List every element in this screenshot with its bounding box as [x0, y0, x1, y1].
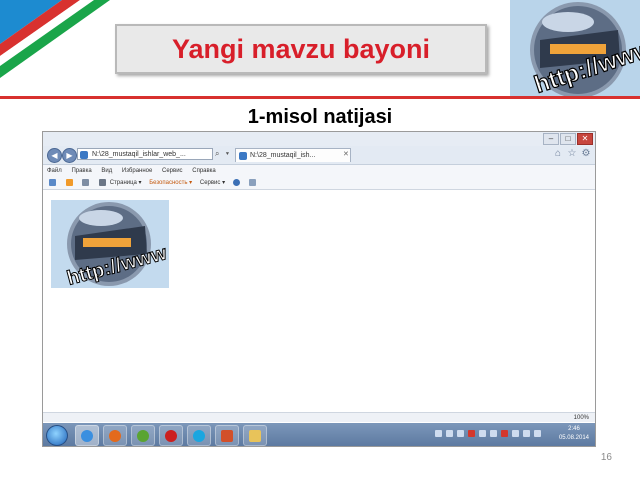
menu-file[interactable]: Файл: [47, 168, 62, 174]
address-bar[interactable]: N:\28_mustaqil_ishlar_web_...: [77, 148, 213, 160]
powerpoint-taskbar-icon[interactable]: [215, 425, 239, 446]
slide-subtitle: 1-misol natijasi: [247, 106, 393, 128]
clock-time: 2:46: [568, 426, 580, 432]
help-icon[interactable]: [232, 178, 240, 186]
tray-icon[interactable]: [479, 430, 486, 437]
skype-taskbar-icon[interactable]: [187, 425, 211, 446]
page-content: http://www: [43, 190, 595, 412]
back-button[interactable]: ◀: [47, 148, 62, 163]
tray-icon[interactable]: [512, 430, 519, 437]
slide-title: Yangi mavzu bayoni: [171, 33, 431, 64]
taskbar-clock[interactable]: 2:46 05.08.2014: [559, 425, 589, 443]
volume-icon[interactable]: [523, 430, 530, 437]
home-icon[interactable]: [49, 178, 56, 186]
menu-favorites[interactable]: Избранное: [122, 168, 152, 174]
tray-alert-icon[interactable]: [468, 430, 475, 437]
folder-taskbar-icon[interactable]: [243, 425, 267, 446]
feeds-icon[interactable]: [65, 178, 73, 186]
tray-icon[interactable]: [446, 430, 453, 437]
mail-icon[interactable]: [82, 178, 90, 186]
tray-icon[interactable]: [490, 430, 497, 437]
tab-close-icon[interactable]: ✕: [343, 150, 349, 158]
maximize-button[interactable]: □: [560, 133, 576, 145]
menu-edit[interactable]: Правка: [71, 168, 91, 174]
zoom-level[interactable]: 100%: [574, 415, 589, 421]
forward-button[interactable]: ▶: [62, 148, 77, 163]
safety-menu[interactable]: Безопасность ▾: [149, 180, 192, 186]
page-icon: [80, 151, 88, 159]
tray-icon[interactable]: [457, 430, 464, 437]
tools-menu[interactable]: Сервис ▾: [200, 180, 225, 186]
menu-tools[interactable]: Сервис: [162, 168, 183, 174]
start-button[interactable]: [46, 425, 68, 446]
flag-decoration: [0, 0, 110, 78]
favorites-star-icon[interactable]: ☆: [567, 149, 577, 159]
page-menu[interactable]: Страница ▾: [110, 180, 142, 186]
close-button[interactable]: ✕: [577, 133, 593, 145]
title-underline: [0, 96, 640, 99]
opera-taskbar-icon[interactable]: [159, 425, 183, 446]
system-tray: [435, 430, 541, 437]
home-icon[interactable]: ⌂: [553, 149, 563, 159]
globe-logo: http://www: [510, 0, 640, 97]
clock-date: 05.08.2014: [558, 435, 589, 441]
browser-screenshot: – □ ✕ ◀ ▶ N:\28_mustaqil_ishlar_web_... …: [42, 131, 596, 447]
window-titlebar: – □ ✕: [43, 132, 595, 146]
taskbar: 2:46 05.08.2014: [43, 423, 595, 446]
browser-tab[interactable]: N:\28_mustaqil_ish...: [235, 148, 351, 162]
menu-bar: Файл Правка Вид Избранное Сервис Справка: [43, 165, 595, 177]
page-globe-image: http://www: [51, 200, 169, 288]
title-banner: Yangi mavzu bayoni: [115, 24, 487, 74]
research-icon[interactable]: [249, 178, 257, 186]
firefox-taskbar-icon[interactable]: [103, 425, 127, 446]
slide-number: 16: [600, 452, 612, 463]
print-icon[interactable]: [99, 178, 107, 186]
tray-icon[interactable]: [435, 430, 442, 437]
network-icon[interactable]: [534, 430, 541, 437]
tab-page-icon: [239, 152, 247, 160]
tray-alert-icon[interactable]: [501, 430, 508, 437]
utorrent-taskbar-icon[interactable]: [131, 425, 155, 446]
command-bar: Страница ▾ Безопасность ▾ Сервис ▾: [43, 177, 595, 190]
menu-view[interactable]: Вид: [101, 168, 112, 174]
menu-help[interactable]: Справка: [192, 168, 216, 174]
minimize-button[interactable]: –: [543, 133, 559, 145]
ie-taskbar-icon[interactable]: [75, 425, 99, 446]
status-bar: 100%: [43, 412, 595, 422]
navigation-bar: ◀ ▶ N:\28_mustaqil_ishlar_web_... ⌕ ▾ ⟳ …: [43, 146, 595, 165]
tools-gear-icon[interactable]: ⚙: [581, 149, 591, 159]
